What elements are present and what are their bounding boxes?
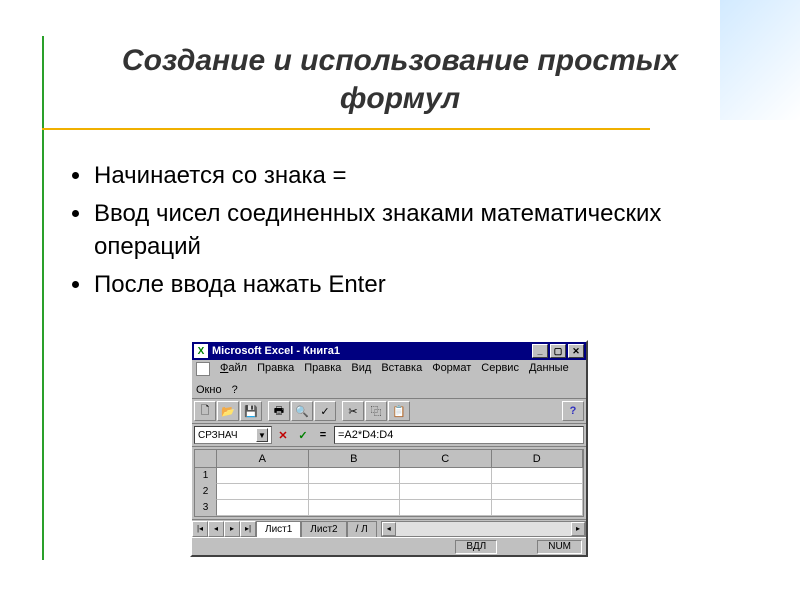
tab-nav-next[interactable]: ▸ — [224, 521, 240, 537]
row-header[interactable]: 3 — [195, 500, 217, 516]
menu-format[interactable]: Формат — [432, 362, 471, 376]
preview-button[interactable]: 🔍 — [291, 401, 313, 421]
status-num: NUM — [537, 540, 582, 554]
slide-title: Создание и использование простых формул — [60, 42, 740, 117]
sheet-tab[interactable]: Лист2 — [301, 521, 346, 537]
cell[interactable] — [492, 468, 584, 484]
new-button[interactable]: 🗋 — [194, 401, 216, 421]
menubar: Файл Правка Правка Вид Вставка Формат Се… — [192, 360, 586, 399]
bullet-item: Ввод чисел соединенных знаками математич… — [72, 198, 740, 263]
grid-row: 3 — [195, 500, 583, 516]
status-mode: ВДЛ — [455, 540, 497, 554]
cell[interactable] — [400, 468, 492, 484]
document-icon[interactable] — [196, 362, 210, 376]
col-header[interactable]: A — [217, 450, 309, 468]
select-all-corner[interactable] — [195, 450, 217, 468]
col-header[interactable]: C — [400, 450, 492, 468]
menu-view[interactable]: Вид — [351, 362, 371, 376]
cell[interactable] — [492, 500, 584, 516]
minimize-button[interactable]: _ — [532, 344, 548, 358]
spreadsheet-grid[interactable]: A B C D 1 2 3 — [194, 449, 584, 517]
grid-row: 1 — [195, 468, 583, 484]
formula-equals-button[interactable]: = — [314, 426, 332, 444]
slide-rule-vertical — [42, 36, 44, 560]
toolbar: 🗋 📂 💾 🖶 🔍 ✓ ✂ ⿻ 📋 ? — [192, 399, 586, 424]
name-box[interactable]: СРЗНАЧ ▼ — [194, 426, 272, 444]
window-title: Microsoft Excel - Книга1 — [212, 345, 530, 357]
name-box-value: СРЗНАЧ — [198, 430, 238, 441]
save-button[interactable]: 💾 — [240, 401, 262, 421]
menu-file[interactable]: Файл — [220, 362, 247, 376]
cell[interactable] — [400, 500, 492, 516]
menu-help[interactable]: ? — [232, 384, 238, 396]
menu-edit[interactable]: Правка — [257, 362, 294, 376]
maximize-button[interactable]: ▢ — [550, 344, 566, 358]
name-box-dropdown-icon[interactable]: ▼ — [256, 428, 268, 442]
menu-insert[interactable]: Вставка — [381, 362, 422, 376]
bullet-item: После ввода нажать Enter — [72, 269, 740, 301]
status-bar: ВДЛ NUM — [192, 537, 586, 555]
cell[interactable] — [309, 468, 401, 484]
horizontal-scrollbar[interactable]: ◂ ▸ — [381, 521, 586, 537]
formula-enter-button[interactable]: ✓ — [294, 426, 312, 444]
spellcheck-button[interactable]: ✓ — [314, 401, 336, 421]
sheet-tab-cut[interactable]: / Л — [347, 521, 377, 537]
formula-bar: СРЗНАЧ ▼ ✕ ✓ = =A2*D4:D4 — [192, 424, 586, 447]
cell[interactable] — [217, 468, 309, 484]
excel-logo-icon: X — [194, 344, 208, 358]
paste-button[interactable]: 📋 — [388, 401, 410, 421]
print-button[interactable]: 🖶 — [268, 401, 290, 421]
formula-cancel-button[interactable]: ✕ — [274, 426, 292, 444]
row-header[interactable]: 2 — [195, 484, 217, 500]
tab-nav-prev[interactable]: ◂ — [208, 521, 224, 537]
col-header[interactable]: B — [309, 450, 401, 468]
bullet-list: Начинается со знака = Ввод чисел соедине… — [72, 160, 740, 308]
cell[interactable] — [492, 484, 584, 500]
formula-input[interactable]: =A2*D4:D4 — [334, 426, 584, 444]
scroll-right-icon[interactable]: ▸ — [571, 522, 585, 536]
cell[interactable] — [217, 500, 309, 516]
close-button[interactable]: ✕ — [568, 344, 584, 358]
grid-row: 2 — [195, 484, 583, 500]
row-header[interactable]: 1 — [195, 468, 217, 484]
cut-button[interactable]: ✂ — [342, 401, 364, 421]
cell[interactable] — [217, 484, 309, 500]
menu-data[interactable]: Данные — [529, 362, 569, 376]
menu-tools[interactable]: Сервис — [481, 362, 519, 376]
titlebar: X Microsoft Excel - Книга1 _ ▢ ✕ — [192, 342, 586, 360]
sheet-tab-active[interactable]: Лист1 — [256, 521, 301, 537]
cell[interactable] — [309, 484, 401, 500]
sheet-tab-bar: |◂ ◂ ▸ ▸| Лист1 Лист2 / Л ◂ ▸ — [192, 519, 586, 537]
cell[interactable] — [400, 484, 492, 500]
excel-window: X Microsoft Excel - Книга1 _ ▢ ✕ Файл Пр… — [190, 340, 588, 557]
tab-nav-first[interactable]: |◂ — [192, 521, 208, 537]
open-button[interactable]: 📂 — [217, 401, 239, 421]
bullet-item: Начинается со знака = — [72, 160, 740, 192]
menu-window[interactable]: Окно — [196, 384, 222, 396]
cell[interactable] — [309, 500, 401, 516]
column-headers: A B C D — [195, 450, 583, 468]
slide-rule-horizontal — [42, 128, 650, 130]
tab-nav-last[interactable]: ▸| — [240, 521, 256, 537]
menu-edit2[interactable]: Правка — [304, 362, 341, 376]
copy-button[interactable]: ⿻ — [365, 401, 387, 421]
col-header[interactable]: D — [492, 450, 584, 468]
help-button[interactable]: ? — [562, 401, 584, 421]
scroll-left-icon[interactable]: ◂ — [382, 522, 396, 536]
